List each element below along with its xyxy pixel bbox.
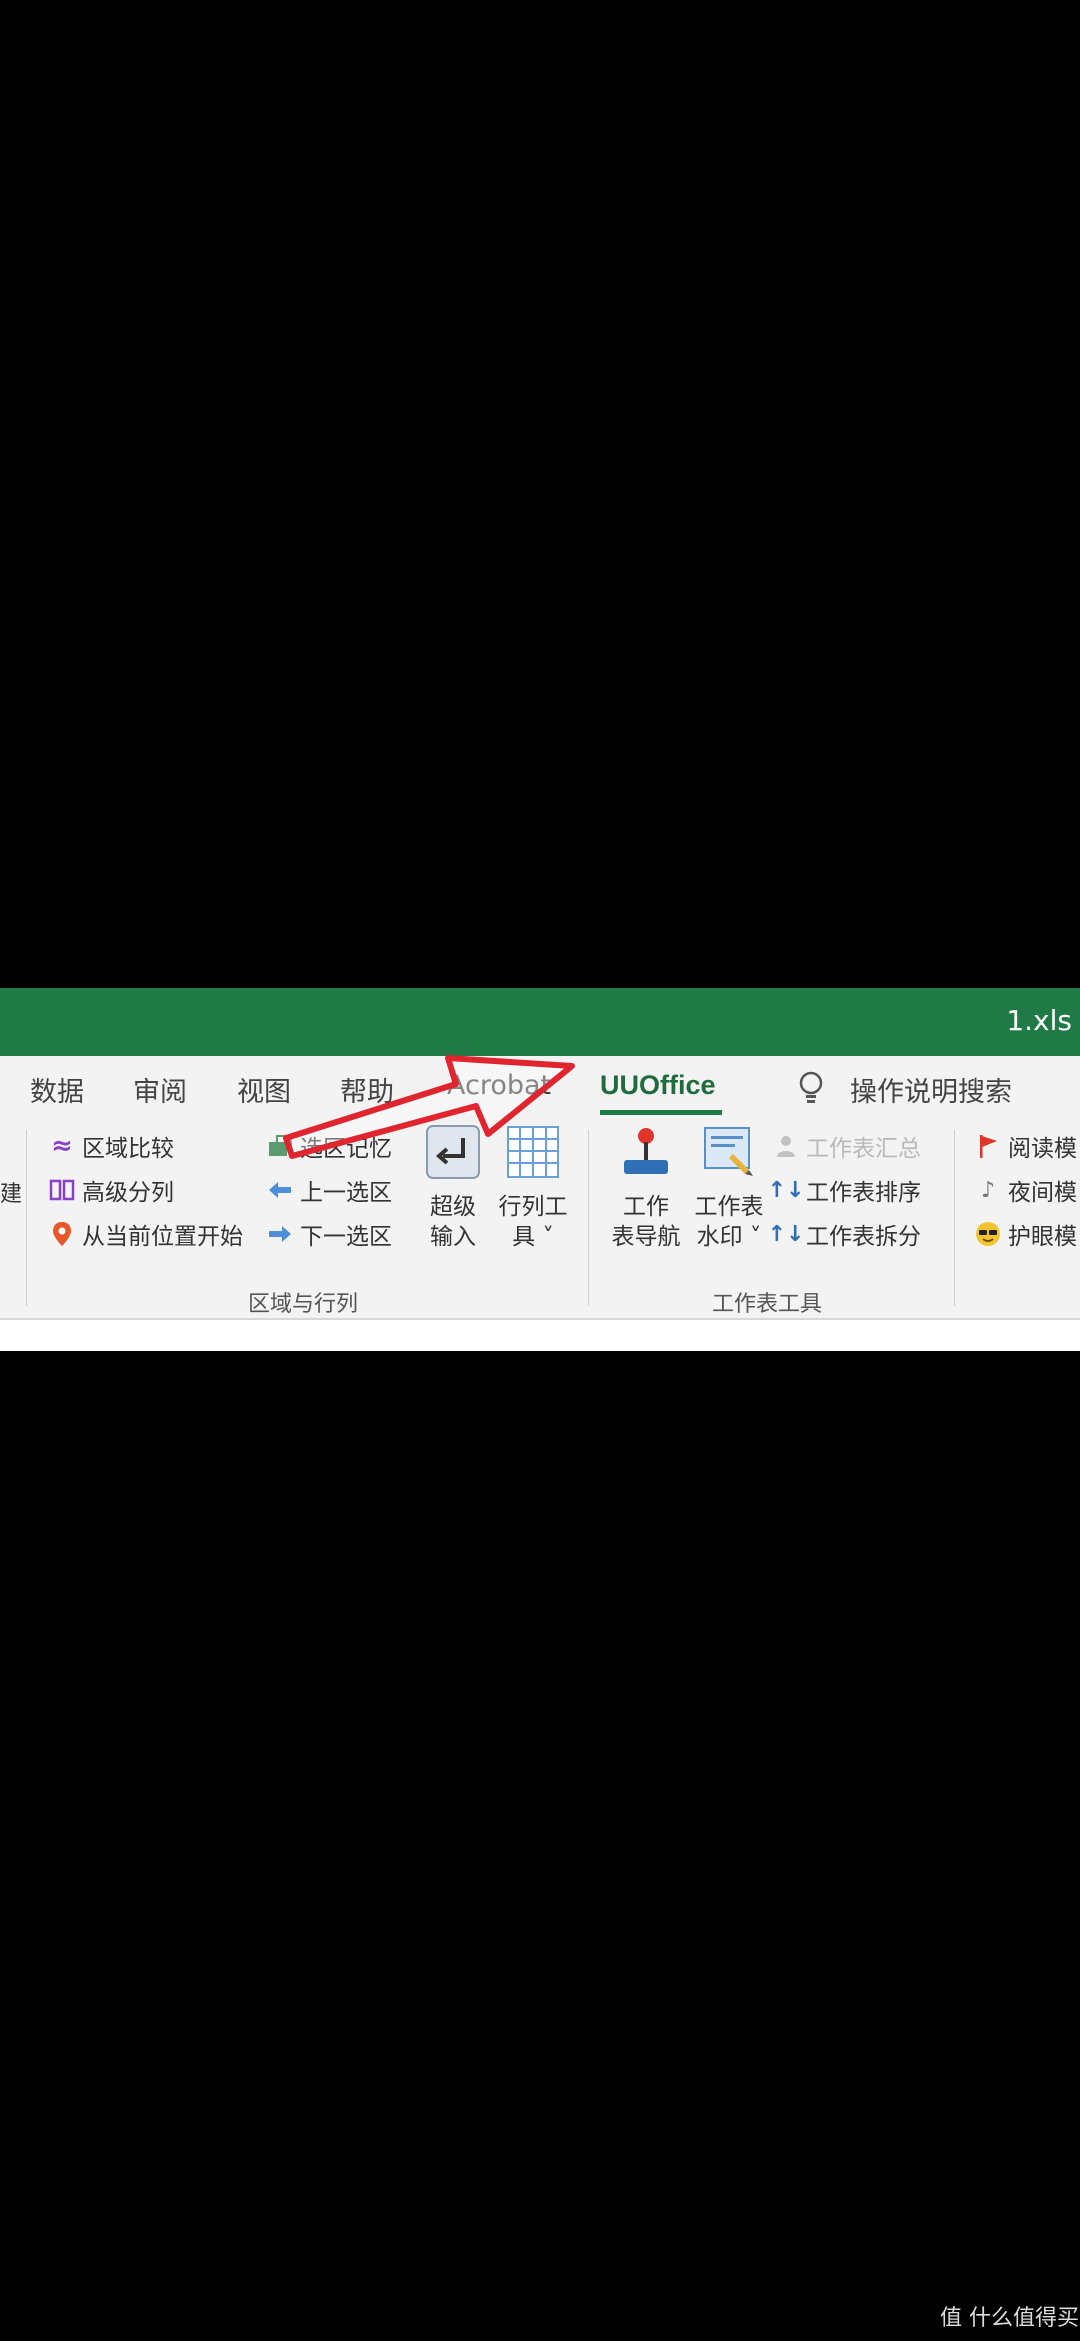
site-watermark: 值 什么值得买 <box>940 2306 1079 2331</box>
annotation-arrow-icon <box>283 1055 575 1159</box>
excel-ribbon-screenshot: 1.xls 数据 审阅 视图 帮助 Acrobat UUOffice 操作说明搜… <box>0 988 1080 1351</box>
